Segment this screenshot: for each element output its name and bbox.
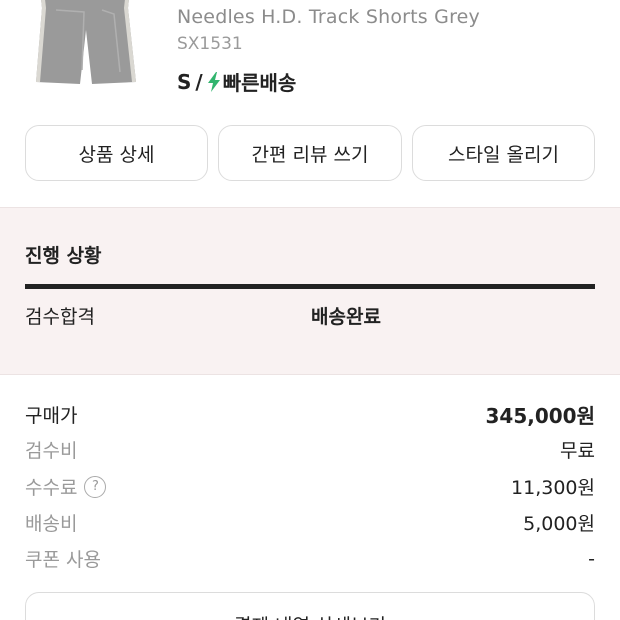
coupon-row: 쿠폰 사용 - [25, 545, 595, 572]
inspection-fee-label: 검수비 [25, 440, 78, 462]
option-row: S / 빠른배송 [177, 67, 296, 96]
progress-title: 진행 상황 [25, 245, 102, 267]
progress-bar [25, 284, 595, 289]
quick-review-button[interactable]: 간편 리뷰 쓰기 [218, 125, 402, 181]
inspection-fee-value: 무료 [560, 440, 595, 462]
shipping-fee-row: 배송비 5,000원 [25, 509, 595, 536]
post-style-button[interactable]: 스타일 올리기 [412, 125, 595, 181]
coupon-label: 쿠폰 사용 [25, 549, 101, 571]
model-code: SX1531 [177, 34, 243, 54]
help-icon[interactable]: ? [84, 475, 107, 498]
commission-row: 수수료 ? 11,300원 [25, 473, 595, 500]
product-name: Needles H.D. Track Shorts Grey [177, 6, 480, 28]
inspection-fee-row: 검수비 무료 [25, 436, 595, 463]
progress-section: 진행 상황 검수합격 배송완료 [0, 207, 620, 375]
shipping-fee-value: 5,000원 [523, 513, 595, 535]
purchase-price-row: 구매가 345,000원 [25, 400, 595, 429]
option-separator: / [195, 69, 203, 94]
product-detail-button[interactable]: 상품 상세 [25, 125, 208, 181]
purchase-price-label: 구매가 [25, 405, 78, 427]
commission-label-group: 수수료 ? [25, 473, 107, 500]
shipping-fee-label: 배송비 [25, 513, 78, 535]
payment-detail-button[interactable]: 결제 내역 상세보기 [25, 592, 595, 620]
size-value: S [177, 69, 192, 94]
shipping-label: 빠른배송 [222, 71, 297, 95]
progress-step-inspection-passed: 검수합격 [25, 306, 95, 328]
commission-value: 11,300원 [511, 477, 595, 499]
commission-label: 수수료 [25, 477, 78, 499]
product-image [36, 0, 136, 84]
progress-step-delivered: 배송완료 [311, 306, 381, 328]
coupon-value: - [588, 547, 595, 570]
purchase-price-value: 345,000원 [485, 404, 596, 428]
lightning-bolt-icon [207, 71, 220, 92]
